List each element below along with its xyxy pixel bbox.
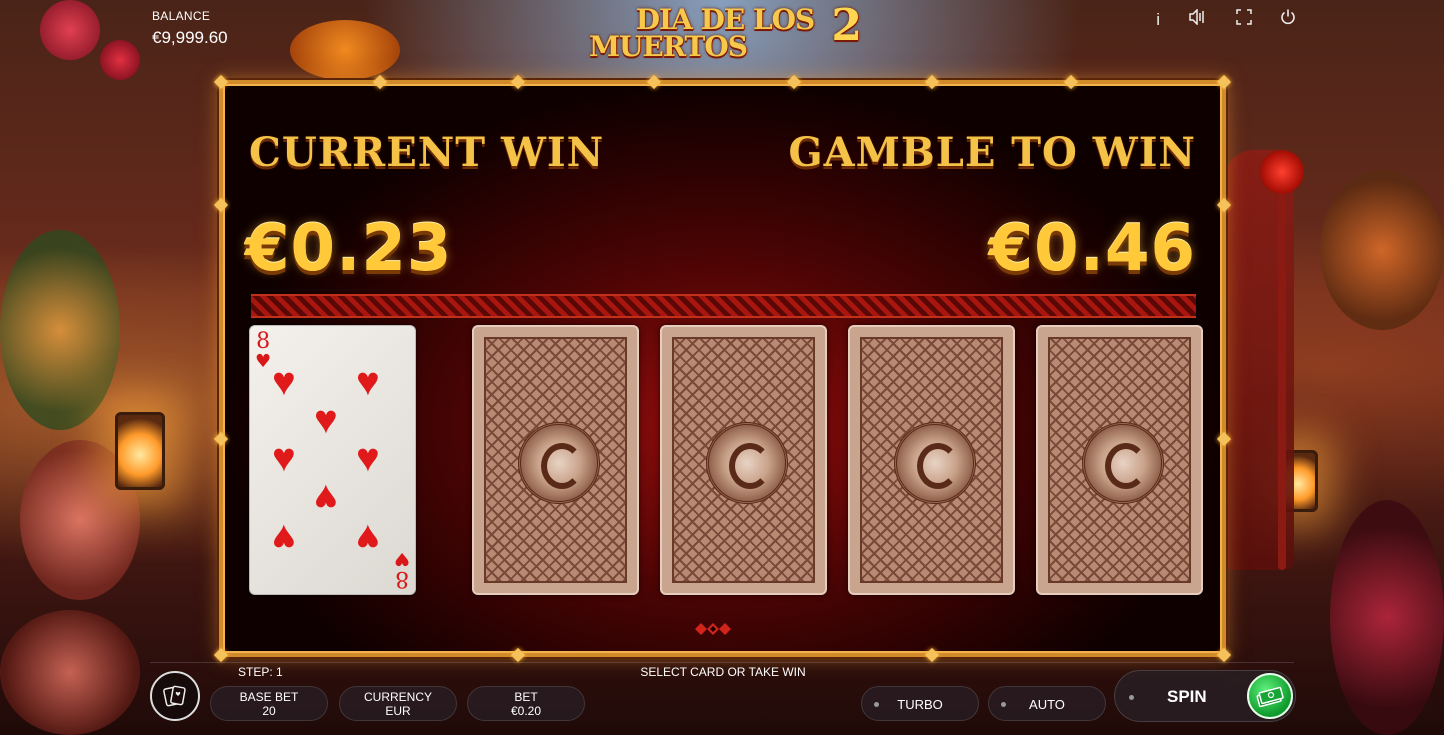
orange-tree-decoration (1320, 170, 1444, 330)
balance-display: BALANCE €9,999.60 (152, 9, 228, 48)
cards-icon (163, 685, 186, 707)
currency-button[interactable]: CURRENCY EUR (339, 686, 457, 721)
spin-label: SPIN (1167, 687, 1207, 706)
card-back-pattern (860, 337, 1003, 583)
gamble-to-win-label: GAMBLE TO WIN (788, 129, 1196, 176)
roses-decoration (1330, 500, 1444, 735)
logo-number: 2 (831, 0, 862, 51)
base-bet-label: BASE BET (239, 690, 299, 704)
heart-icon: ♥ (356, 516, 380, 560)
ornament-icon (695, 623, 731, 635)
card-corner-top: 8 ♥ (255, 329, 272, 372)
orange-tree-decoration (0, 230, 120, 430)
card-corner-bottom: 8 ♥ (393, 548, 410, 591)
logo-line2: MUERTOS (589, 30, 748, 63)
base-bet-value: 20 (262, 704, 276, 718)
staff-rose-decoration (1260, 150, 1304, 194)
card-back-emblem-icon (893, 422, 976, 504)
heart-icon: ♥ (272, 516, 296, 560)
choice-card-2[interactable] (660, 325, 827, 595)
currency-value: EUR (385, 704, 411, 718)
heart-icon: ♥ (272, 436, 296, 480)
auto-indicator (1001, 702, 1006, 707)
spin-button[interactable]: SPIN (1114, 670, 1296, 722)
card-back-pattern (484, 337, 627, 583)
choice-card-1[interactable] (472, 325, 639, 595)
spin-indicator (1129, 695, 1134, 700)
power-icon[interactable] (1280, 9, 1296, 30)
balance-value: €9,999.60 (152, 28, 228, 47)
turbo-label: TURBO (897, 697, 943, 712)
card-suit: ♥ (255, 351, 272, 372)
auto-button[interactable]: AUTO (988, 686, 1106, 721)
roses-decoration (0, 610, 140, 735)
turbo-button[interactable]: TURBO (861, 686, 979, 721)
bet-value: €0.20 (510, 704, 542, 718)
card-rank: 8 (394, 566, 409, 591)
staff-decoration (1278, 150, 1286, 570)
heart-icon: ♥ (314, 398, 338, 442)
card-back-pattern (1048, 337, 1191, 583)
step-counter: STEP: 1 (238, 665, 283, 679)
card-back-emblem-icon (1081, 422, 1164, 504)
sound-icon[interactable] (1188, 8, 1208, 30)
logo-line1: DIA DE LOS (635, 3, 816, 36)
rose-decoration (100, 40, 140, 80)
choice-card-3[interactable] (848, 325, 1015, 595)
take-win-money-icon[interactable] (1247, 673, 1293, 719)
current-win-label: CURRENT WIN (249, 129, 605, 176)
gamble-cards-button[interactable] (150, 671, 200, 721)
top-toolbar: i (1156, 8, 1296, 30)
status-message: SELECT CARD OR TAKE WIN (640, 665, 806, 679)
bottom-bar-divider (150, 662, 1294, 663)
base-bet-button[interactable]: BASE BET 20 (210, 686, 328, 721)
game-logo: DIA DE LOS MUERTOS 2 (585, 0, 865, 63)
currency-label: CURRENCY (363, 690, 432, 704)
gamble-to-win-value: €0.46 (988, 212, 1196, 286)
balance-label: BALANCE (152, 9, 211, 23)
dealer-card: 8 ♥ 8 ♥ ♥ ♥ ♥ ♥ ♥ ♥ ♥ ♥ (249, 325, 416, 595)
card-back-emblem-icon (705, 422, 788, 504)
gamble-panel: CURRENT WIN GAMBLE TO WIN €0.23 €0.46 8 … (213, 74, 1232, 663)
rose-decoration (40, 0, 100, 60)
fullscreen-icon[interactable] (1236, 9, 1252, 30)
turbo-indicator (874, 702, 879, 707)
card-back-emblem-icon (517, 422, 600, 504)
heart-icon: ♥ (356, 360, 380, 404)
lantern-decoration (115, 412, 165, 490)
current-win-value: €0.23 (245, 212, 453, 286)
auto-label: AUTO (1029, 697, 1065, 712)
heart-icon: ♥ (314, 476, 338, 520)
bet-button[interactable]: BET €0.20 (467, 686, 585, 721)
heart-icon: ♥ (356, 436, 380, 480)
card-rank: 8 (256, 329, 271, 354)
info-icon[interactable]: i (1156, 10, 1160, 30)
choice-card-4[interactable] (1036, 325, 1203, 595)
bet-label: BET (514, 690, 538, 704)
heart-icon: ♥ (272, 360, 296, 404)
card-suit: ♥ (393, 548, 410, 569)
marigold-decoration (290, 20, 400, 80)
ornamental-strip (251, 294, 1196, 318)
card-back-pattern (672, 337, 815, 583)
